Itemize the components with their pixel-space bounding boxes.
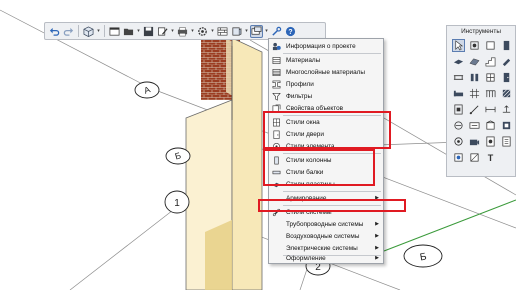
object-icon[interactable]	[230, 25, 243, 38]
dimension-icon[interactable]	[484, 103, 497, 116]
3d-viewport[interactable]: A Б 1 2 Б	[0, 0, 516, 290]
menu-item-materials[interactable]: Материалы	[269, 54, 383, 66]
profiles-icon	[272, 80, 281, 89]
styles-icon[interactable]	[250, 24, 263, 38]
print-icon[interactable]	[176, 25, 189, 38]
section-icon[interactable]	[500, 119, 513, 132]
column-tool-icon[interactable]	[468, 71, 481, 84]
project-info-icon	[272, 42, 281, 51]
menu-item-duct-systems[interactable]: Воздуховодные системы ▶	[269, 230, 383, 242]
menu-item-filters[interactable]: Фильтры	[269, 90, 383, 102]
cube-view-icon[interactable]	[82, 25, 95, 38]
menu-item-project-info[interactable]: Информация о проекте	[269, 40, 383, 52]
window-tool-icon[interactable]	[484, 71, 497, 84]
undo-icon[interactable]	[48, 25, 61, 38]
wrench-icon[interactable]	[270, 25, 283, 38]
filters-icon	[272, 92, 281, 101]
redo-icon[interactable]	[62, 25, 75, 38]
furniture-icon[interactable]	[452, 87, 465, 100]
submenu-arrow-icon: ▶	[375, 221, 379, 227]
submenu-arrow-icon: ▶	[375, 255, 379, 261]
slab-icon[interactable]	[452, 55, 465, 68]
highlight-box-styles	[263, 111, 391, 149]
elevation-icon[interactable]	[484, 119, 497, 132]
view-icon[interactable]	[484, 135, 497, 148]
highlight-box-structural-styles	[263, 149, 375, 186]
materials-icon	[272, 56, 281, 65]
menu-item-layered-materials[interactable]: Многослойные материалы	[269, 66, 383, 78]
room-icon[interactable]	[452, 119, 465, 132]
rotate-icon[interactable]	[468, 39, 481, 52]
tools-grid: T	[452, 39, 513, 164]
box-icon[interactable]	[484, 39, 497, 52]
text-tool-icon[interactable]: T	[484, 151, 497, 164]
edit-icon[interactable]	[156, 25, 169, 38]
layered-materials-icon	[272, 68, 281, 77]
menu-item-appearance[interactable]: Оформление ▶	[269, 252, 383, 264]
pointer-icon[interactable]	[452, 39, 465, 52]
help-icon[interactable]: ?	[284, 25, 297, 38]
select-icon[interactable]	[108, 25, 121, 38]
level-icon[interactable]	[500, 103, 513, 116]
tools-palette: Инструменты T	[446, 25, 516, 177]
wall-tool-icon[interactable]	[500, 39, 513, 52]
palette-title: Инструменты	[461, 28, 501, 35]
wall-icon[interactable]	[216, 25, 229, 38]
submenu-arrow-icon: ▶	[375, 245, 379, 251]
sun-icon[interactable]	[452, 151, 465, 164]
opening-icon[interactable]	[452, 103, 465, 116]
menu-item-piping-systems[interactable]: Трубопроводные системы ▶	[269, 218, 383, 230]
detail-icon[interactable]	[452, 135, 465, 148]
grid-tool-icon[interactable]	[468, 87, 481, 100]
grid-label-1: 1	[174, 198, 180, 209]
camera-icon[interactable]	[468, 135, 481, 148]
line-tool-icon[interactable]	[468, 103, 481, 116]
door-tool-icon[interactable]	[500, 71, 513, 84]
highlight-box-system-styles	[258, 199, 406, 212]
roof-icon[interactable]	[468, 55, 481, 68]
open-folder-icon[interactable]	[122, 25, 135, 38]
menu-item-profiles[interactable]: Профили	[269, 78, 383, 90]
light-icon[interactable]	[468, 151, 481, 164]
stair-icon[interactable]	[484, 55, 497, 68]
sheet-icon[interactable]	[500, 135, 513, 148]
save-icon[interactable]	[142, 25, 155, 38]
svg-text:?: ?	[288, 28, 292, 35]
settings-icon[interactable]	[196, 25, 209, 38]
submenu-arrow-icon: ▶	[375, 233, 379, 239]
hatch-icon[interactable]	[500, 87, 513, 100]
paint-icon[interactable]	[500, 55, 513, 68]
label-icon[interactable]	[468, 119, 481, 132]
beam-tool-icon[interactable]	[452, 71, 465, 84]
railing-icon[interactable]	[484, 87, 497, 100]
